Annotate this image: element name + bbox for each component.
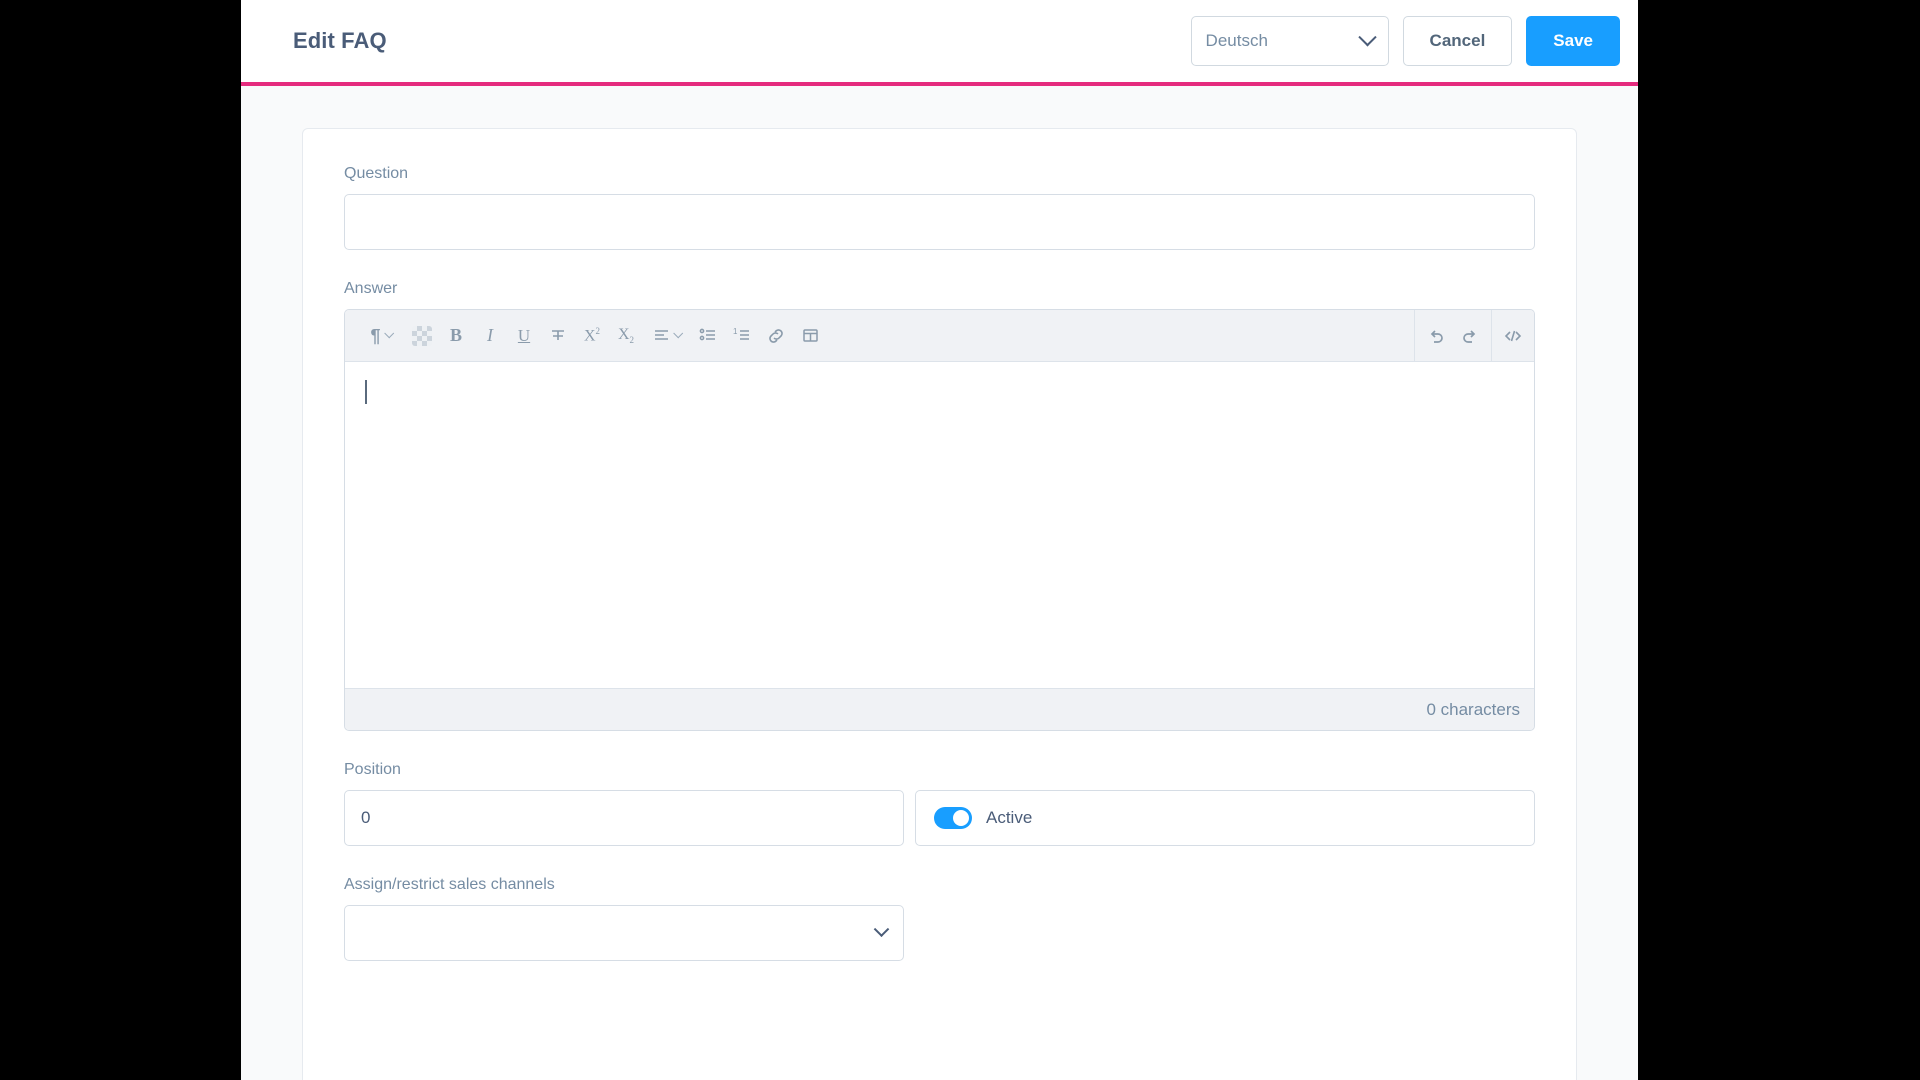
chevron-down-icon xyxy=(673,328,684,339)
chevron-down-icon xyxy=(873,920,890,937)
editor-toolbar: ¶ B I U X2 X2 1 xyxy=(345,310,1534,362)
language-select-value: Deutsch xyxy=(1205,31,1268,50)
page-title: Edit FAQ xyxy=(293,28,387,53)
bullet-list-icon[interactable] xyxy=(691,310,725,362)
answer-field-block: Answer ¶ B I U X2 X2 1 0 characters xyxy=(344,280,1535,731)
superscript-icon[interactable]: X2 xyxy=(575,310,609,362)
text-align-icon[interactable] xyxy=(643,310,691,362)
editor-content-area[interactable] xyxy=(345,362,1534,688)
text-color-icon[interactable] xyxy=(405,310,439,362)
code-group xyxy=(1491,310,1534,361)
save-button[interactable]: Save xyxy=(1526,16,1620,66)
answer-label: Answer xyxy=(344,280,398,297)
toggle-knob xyxy=(953,810,969,826)
strikethrough-icon[interactable] xyxy=(541,310,575,362)
question-input[interactable] xyxy=(344,194,1535,250)
faq-form-card: Question Answer ¶ B I U X2 X2 1 0 charac… xyxy=(302,128,1577,1080)
underline-icon[interactable]: U xyxy=(507,310,541,362)
bold-icon[interactable]: B xyxy=(439,310,473,362)
link-icon[interactable] xyxy=(759,310,793,362)
page-header: Edit FAQ Deutsch Cancel Save xyxy=(241,0,1638,82)
sales-channels-block: Assign/restrict sales channels xyxy=(344,876,1535,961)
chevron-down-icon xyxy=(1357,27,1377,46)
paragraph-format-icon[interactable]: ¶ xyxy=(357,310,405,362)
cancel-button[interactable]: Cancel xyxy=(1402,16,1513,66)
rich-text-editor: ¶ B I U X2 X2 1 0 characters xyxy=(344,309,1535,731)
sales-channels-select[interactable] xyxy=(344,905,904,961)
editor-toolbar-right-group xyxy=(1414,310,1534,361)
question-field-block: Question xyxy=(344,165,1535,250)
code-view-icon[interactable] xyxy=(1496,310,1530,362)
redo-icon[interactable] xyxy=(1453,310,1487,362)
chevron-down-icon xyxy=(383,328,394,339)
table-icon[interactable] xyxy=(793,310,827,362)
undo-icon[interactable] xyxy=(1419,310,1453,362)
character-counter: 0 characters xyxy=(1426,699,1520,719)
text-caret xyxy=(365,380,367,404)
editor-footer: 0 characters xyxy=(345,688,1534,730)
position-input[interactable] xyxy=(344,790,904,846)
position-active-row: Position Active xyxy=(344,761,1535,846)
history-group xyxy=(1414,310,1491,361)
editor-toolbar-left-group: ¶ B I U X2 X2 1 xyxy=(345,310,1414,361)
sales-channels-label: Assign/restrict sales channels xyxy=(344,876,555,893)
svg-text:1: 1 xyxy=(733,327,738,336)
active-field-wrap: Active xyxy=(915,790,1535,846)
numbered-list-icon[interactable]: 1 xyxy=(725,310,759,362)
header-actions: Deutsch Cancel Save xyxy=(1190,16,1620,66)
question-label: Question xyxy=(344,165,409,182)
position-field-wrap xyxy=(344,790,904,846)
active-toggle[interactable] xyxy=(934,807,972,829)
active-label: Active xyxy=(986,808,1033,827)
page-content: Question Answer ¶ B I U X2 X2 1 0 charac… xyxy=(241,86,1638,1080)
position-label: Position xyxy=(344,761,401,778)
language-select[interactable]: Deutsch xyxy=(1190,16,1389,66)
active-toggle-container[interactable]: Active xyxy=(915,790,1535,846)
italic-icon[interactable]: I xyxy=(473,310,507,362)
faq-edit-page: Edit FAQ Deutsch Cancel Save Question An… xyxy=(241,0,1638,1080)
subscript-icon[interactable]: X2 xyxy=(609,310,643,362)
